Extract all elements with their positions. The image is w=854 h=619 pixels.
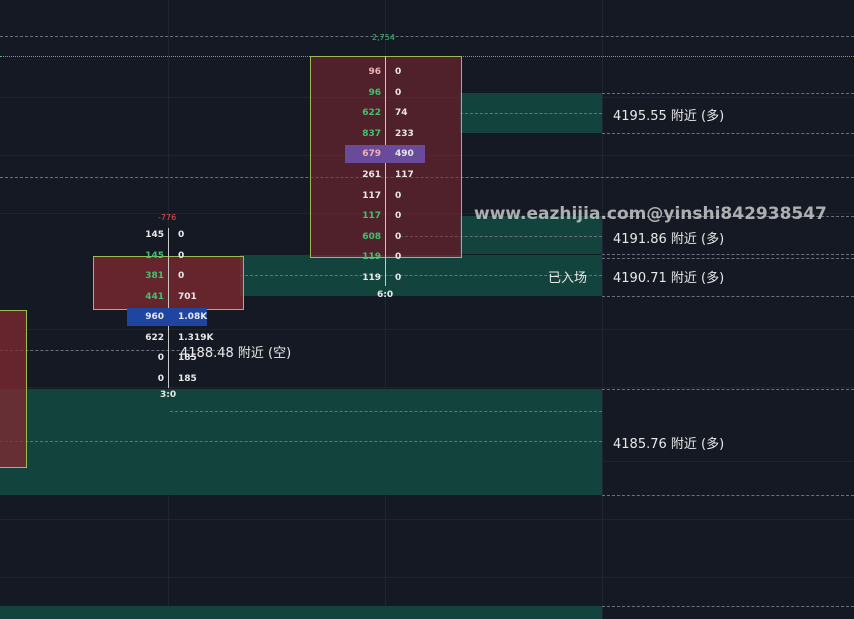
ask-volume: 0 <box>395 190 402 201</box>
level-boundary <box>602 93 854 94</box>
ask-volume: 0 <box>395 67 402 77</box>
ask-volume: 74 <box>395 108 408 119</box>
price-level-line <box>0 36 854 37</box>
ask-volume: 117 <box>395 170 414 180</box>
ask-volume: 0 <box>395 87 402 98</box>
ask-volume: 0 <box>178 230 185 240</box>
ask-volume: 0 <box>395 273 402 283</box>
bar-delta: -776 <box>158 213 177 222</box>
bid-volume: 117 <box>362 211 381 222</box>
level-label: 4190.71 附近 (多) <box>613 271 725 286</box>
ask-volume: 0 <box>178 250 185 261</box>
level-label: 4185.76 附近 (多) <box>613 437 725 452</box>
level-boundary <box>602 254 854 255</box>
ask-volume: 0 <box>395 252 402 263</box>
level-boundary <box>602 296 854 297</box>
supply-box <box>0 310 27 468</box>
bid-volume: 117 <box>362 190 381 201</box>
footprint-axis <box>385 56 386 286</box>
ask-volume: 185 <box>178 373 197 384</box>
level-boundary <box>602 495 854 496</box>
level-label: 4191.86 附近 (多) <box>613 232 725 247</box>
bid-volume: 381 <box>145 271 164 281</box>
bid-volume: 622 <box>145 332 164 343</box>
bid-volume: 441 <box>145 291 164 302</box>
demand-zone <box>0 606 602 619</box>
level-boundary <box>602 258 854 259</box>
bar-footer: 6:0 <box>377 290 394 300</box>
level-midline <box>170 411 602 412</box>
bid-volume: 960 <box>145 312 164 322</box>
grid-line <box>0 387 854 388</box>
bid-volume: 837 <box>362 128 381 139</box>
bid-volume: 679 <box>362 149 381 160</box>
bid-volume: 145 <box>145 230 164 240</box>
bid-volume: 0 <box>157 353 164 363</box>
ask-volume: 233 <box>395 128 414 139</box>
ask-volume: 0 <box>395 211 402 222</box>
level-label: 4195.55 附近 (多) <box>613 109 725 124</box>
ask-volume: 0 <box>178 271 185 281</box>
ask-volume: 490 <box>395 149 414 160</box>
level-boundary <box>602 606 854 607</box>
level-midline <box>460 113 602 114</box>
bid-volume: 0 <box>157 373 164 384</box>
bid-volume: 96 <box>368 87 381 98</box>
watermark-text: www.eazhijia.com@yinshi842938547 <box>474 204 827 224</box>
bar-delta: 2,754 <box>372 33 395 42</box>
level-label: 4188.48 附近 (空) <box>180 346 292 361</box>
level-midline <box>0 441 602 442</box>
grid-line <box>0 329 854 330</box>
level-boundary <box>602 389 854 390</box>
entered-label: 已入场 <box>548 271 588 286</box>
bid-volume: 145 <box>145 250 164 261</box>
bid-volume: 622 <box>362 108 381 119</box>
grid-line <box>0 519 854 520</box>
bid-volume: 96 <box>368 67 381 77</box>
grid-line <box>0 577 854 578</box>
bar-footer: 3:0 <box>160 390 177 400</box>
ask-volume: 701 <box>178 291 197 302</box>
bid-volume: 608 <box>362 231 381 242</box>
demand-zone <box>0 389 602 495</box>
bid-volume: 261 <box>362 170 381 180</box>
bid-volume: 119 <box>362 273 381 283</box>
ask-volume: 0 <box>395 231 402 242</box>
ask-volume: 1.08K <box>178 312 208 322</box>
level-boundary <box>602 133 854 134</box>
bid-volume: 119 <box>362 252 381 263</box>
